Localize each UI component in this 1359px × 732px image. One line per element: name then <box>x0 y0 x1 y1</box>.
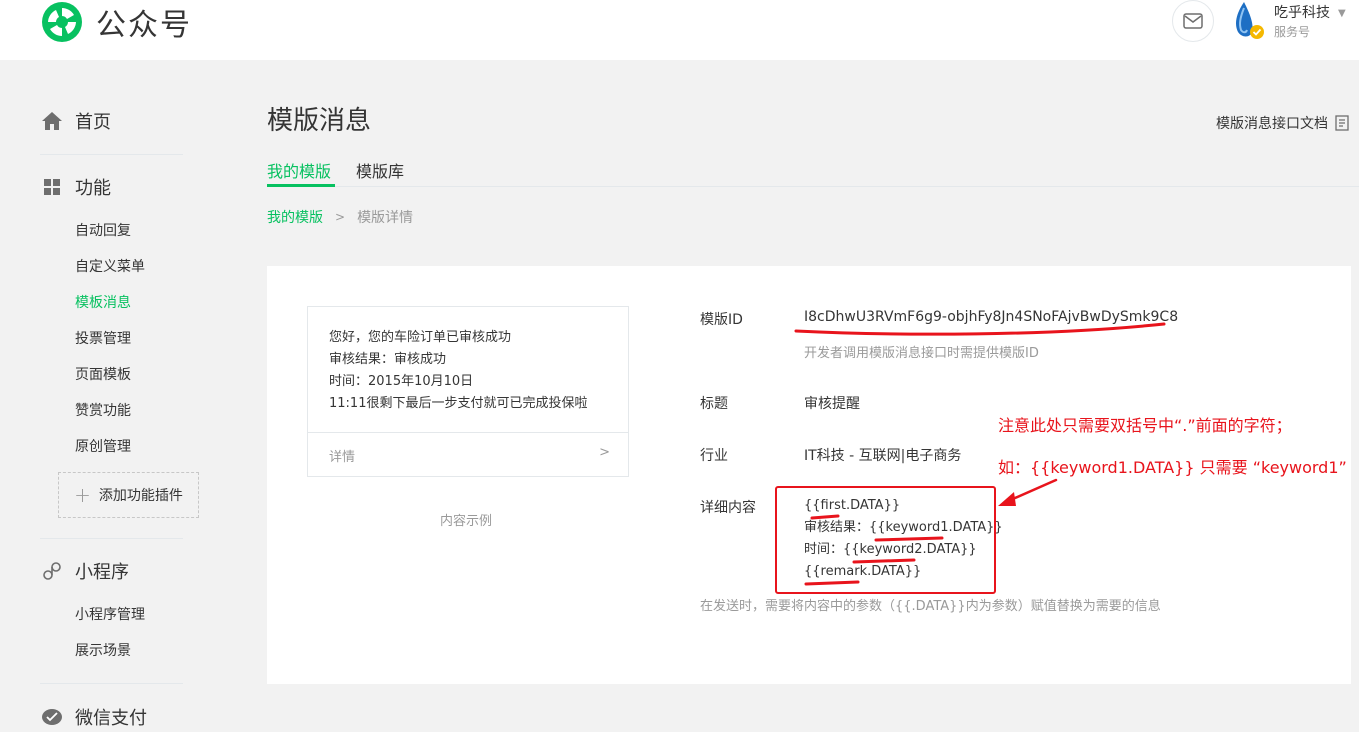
sidebar-section-label: 首页 <box>75 112 111 133</box>
template-api-doc-link[interactable]: 模版消息接口文档 <box>1216 113 1349 133</box>
sidebar-item-template-message[interactable]: 模板消息 <box>75 292 131 312</box>
mail-icon <box>1183 13 1203 29</box>
sidebar: 首页 功能 自动回复 自定义菜单 模板消息 投票管理 页面模板 赞赏功能 原创管… <box>0 60 230 732</box>
breadcrumb-current: 模版详情 <box>357 210 414 226</box>
wechat-official-logo-icon <box>42 2 82 42</box>
sidebar-item-vote[interactable]: 投票管理 <box>75 328 131 348</box>
sidebar-item-custom-menu[interactable]: 自定义菜单 <box>75 256 145 276</box>
top-bar: 公众号 吃乎科技 服务号 ▼ <box>0 0 1359 60</box>
add-plugin-label: 添加功能插件 <box>98 488 183 504</box>
sidebar-section-label: 小程序 <box>75 562 129 583</box>
sidebar-section-home[interactable]: 首页 <box>40 108 111 134</box>
wechat-pay-icon <box>40 705 64 729</box>
document-icon <box>1335 115 1349 131</box>
account-type: 服务号 <box>1274 25 1311 39</box>
sidebar-section-label: 功能 <box>75 178 111 199</box>
content-label: 详细内容 <box>700 500 756 516</box>
avatar[interactable] <box>1228 0 1268 40</box>
home-icon <box>40 109 64 133</box>
add-plugin-button[interactable]: + 添加功能插件 <box>58 472 199 518</box>
breadcrumb-my-templates[interactable]: 我的模版 <box>267 207 323 227</box>
template-id-hint: 开发者调用模版消息接口时需提供模版ID <box>804 346 1039 361</box>
link-icon <box>40 559 64 583</box>
tab-template-library[interactable]: 模版库 <box>356 158 404 182</box>
doc-link-label: 模版消息接口文档 <box>1216 116 1328 132</box>
industry-label: 行业 <box>700 448 728 464</box>
sidebar-item-display-scene[interactable]: 展示场景 <box>75 640 131 660</box>
annotation-note: 注意此处只需要双括号中“.”前面的字符； <box>998 416 1292 435</box>
logo-text: 公众号 <box>96 8 192 43</box>
logo[interactable]: 公众号 <box>40 0 192 44</box>
preview-body: 您好，您的车险订单已审核成功 审核结果：审核成功 时间：2015年10月10日 … <box>329 327 587 415</box>
annotation-note: 如：{{keyword1.DATA}} 只需要 “keyword1” <box>998 458 1347 477</box>
template-id-value[interactable]: I8cDhwU3RVmF6g9-objhFy8Jn4SNoFAjvBwDySmk… <box>804 309 1178 325</box>
sidebar-item-auto-reply[interactable]: 自动回复 <box>75 220 131 240</box>
industry-value: IT科技 - 互联网|电子商务 <box>804 448 962 464</box>
account-name[interactable]: 吃乎科技 <box>1274 2 1330 22</box>
sidebar-divider <box>40 683 183 684</box>
template-id-label: 模版ID <box>700 312 743 328</box>
sidebar-item-original[interactable]: 原创管理 <box>75 436 131 456</box>
title-value: 审核提醒 <box>804 396 860 412</box>
sidebar-section-label: 微信支付 <box>75 708 147 729</box>
tab-bar: 我的模版 模版库 <box>267 150 1359 187</box>
preview-line: 审核结果：审核成功 <box>329 352 447 367</box>
chevron-right-icon: > <box>335 210 346 224</box>
grid-icon <box>40 175 64 199</box>
preview-detail-row[interactable]: 详情 > <box>308 432 628 476</box>
preview-line: 11:11很剩下最后一步支付就可已完成投保啦 <box>329 396 588 411</box>
page-title: 模版消息 <box>267 106 372 136</box>
message-preview: 您好，您的车险订单已审核成功 审核结果：审核成功 时间：2015年10月10日 … <box>307 306 629 477</box>
sidebar-item-miniprogram-manage[interactable]: 小程序管理 <box>75 604 145 624</box>
preview-line: 时间：2015年10月10日 <box>329 374 474 389</box>
title-label: 标题 <box>700 396 728 412</box>
sidebar-section-function[interactable]: 功能 <box>40 174 111 200</box>
chevron-down-icon[interactable]: ▼ <box>1338 8 1346 19</box>
sidebar-section-miniprogram[interactable]: 小程序 <box>40 558 129 584</box>
preview-caption: 内容示例 <box>440 514 493 529</box>
preview-detail-label: 详情 <box>329 450 356 465</box>
sidebar-divider <box>40 538 183 539</box>
sidebar-divider <box>40 154 183 155</box>
chevron-right-icon: > <box>599 445 610 460</box>
annotation-highlight-box <box>775 486 996 594</box>
plus-icon: + <box>74 483 91 507</box>
send-hint: 在发送时，需要将内容中的参数（{{.DATA}}内为参数）赋值替换为需要的信息 <box>700 599 1161 614</box>
active-tab-indicator <box>267 184 335 187</box>
mail-button[interactable] <box>1172 0 1214 42</box>
tab-my-templates[interactable]: 我的模版 <box>267 158 331 182</box>
preview-line: 您好，您的车险订单已审核成功 <box>329 330 512 345</box>
breadcrumb: 我的模版 > 模版详情 <box>267 207 413 227</box>
sidebar-item-reward[interactable]: 赞赏功能 <box>75 400 131 420</box>
sidebar-item-page-template[interactable]: 页面模板 <box>75 364 131 384</box>
sidebar-section-wechat-pay[interactable]: 微信支付 <box>40 704 147 730</box>
